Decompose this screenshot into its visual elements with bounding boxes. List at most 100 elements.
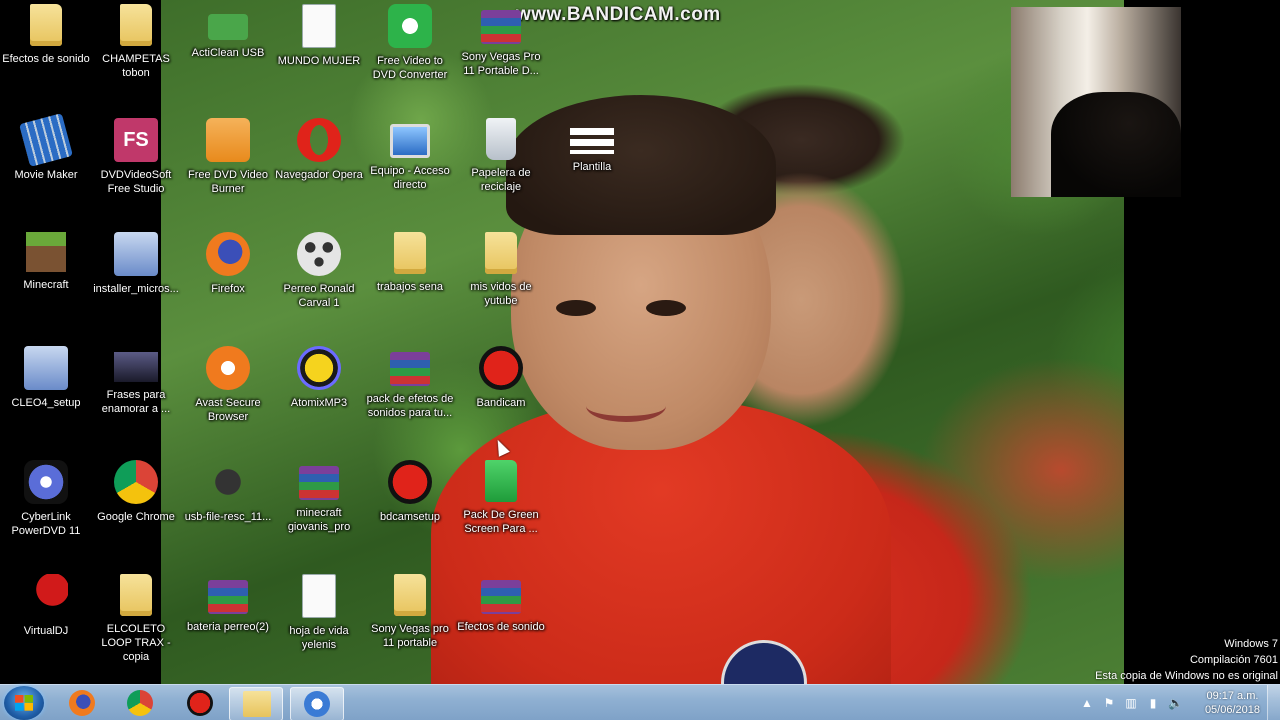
- desktop-icon-label: Efectos de sonido: [2, 53, 90, 65]
- desktop-icon[interactable]: Sony Vegas pro 11 portable: [364, 574, 456, 650]
- spreadsheet-icon: [302, 4, 336, 48]
- taskbar-chrome-window-button[interactable]: [290, 687, 344, 720]
- desktop-icon[interactable]: CHAMPETAS tobon: [90, 4, 182, 80]
- desktop-icon[interactable]: VirtualDJ: [0, 574, 92, 638]
- desktop-icon[interactable]: hoja de vida yelenis: [273, 574, 365, 652]
- winrar-icon: [481, 10, 521, 44]
- desktop-icon[interactable]: Free DVD Video Burner: [182, 118, 274, 196]
- desktop-icon[interactable]: Movie Maker: [0, 113, 92, 182]
- setup-icon: [24, 346, 68, 390]
- document-icon: [302, 574, 336, 618]
- desktop-icon-label: VirtualDJ: [23, 625, 69, 637]
- start-button[interactable]: [4, 686, 44, 720]
- wallpaper-eye-right: [646, 300, 686, 316]
- show-hidden-icons-icon[interactable]: ▲: [1080, 696, 1094, 710]
- taskbar-explorer-button[interactable]: [229, 687, 283, 720]
- desktop-icon[interactable]: Avast Secure Browser: [182, 346, 274, 424]
- desktop-icon-label: Minecraft: [23, 279, 69, 291]
- desktop-icon[interactable]: Efectos de sonido: [0, 4, 92, 66]
- desktop-icon-label: Pack De Green Screen Para ...: [463, 509, 539, 535]
- action-center-flag-icon[interactable]: ⚑: [1102, 696, 1116, 710]
- desktop-icon-label: Bandicam: [476, 397, 526, 409]
- windows-activation-notice: Windows 7 Compilación 7601 Esta copia de…: [1095, 636, 1278, 684]
- desktop-icon[interactable]: Equipo - Acceso directo: [364, 118, 456, 192]
- desktop-icon[interactable]: CyberLink PowerDVD 11: [0, 460, 92, 538]
- desktop-icon-label: Efectos de sonido: [457, 621, 545, 633]
- taskbar-chrome-button[interactable]: [114, 687, 166, 719]
- desktop-icon-label: CHAMPETAS tobon: [102, 53, 170, 79]
- powerdvd-icon: [24, 460, 68, 504]
- desktop-icon[interactable]: Bandicam: [455, 346, 547, 410]
- desktop-icon[interactable]: Plantilla: [546, 118, 638, 174]
- desktop-icon[interactable]: Frases para enamorar a ...: [90, 346, 182, 416]
- winrar-icon: [208, 580, 248, 614]
- desktop-icon-label: pack de efetos de sonidos para tu...: [366, 393, 454, 419]
- desktop-icon-label: Perreo Ronald Carval 1: [283, 283, 355, 309]
- taskbar-clock[interactable]: 09:17 a.m. 05/06/2018: [1205, 689, 1260, 717]
- desktop-icon[interactable]: bateria perreo(2): [182, 574, 274, 634]
- desktop-icon[interactable]: pack de efetos de sonidos para tu...: [364, 346, 456, 420]
- desktop-icon[interactable]: Papelera de reciclaje: [455, 118, 547, 194]
- desktop-icon-label: bdcamsetup: [380, 511, 440, 523]
- desktop-icon-label: minecraft giovanis_pro: [287, 507, 351, 533]
- desktop-icon[interactable]: Efectos de sonido: [455, 574, 547, 634]
- desktop-icon[interactable]: ActiClean USB: [182, 4, 274, 60]
- desktop-icon[interactable]: FS DVDVideoSoft Free Studio: [90, 118, 182, 196]
- system-tray: ▲ ⚑ ▥ ▮ 🔈 09:17 a.m. 05/06/2018: [1080, 685, 1280, 720]
- dvd-burner-icon: [206, 118, 250, 162]
- media-icon: [297, 232, 341, 276]
- desktop-icon-label: Firefox: [211, 283, 245, 295]
- desktop-icon-label: Plantilla: [572, 161, 612, 173]
- folder-icon: [394, 232, 426, 274]
- atomix-icon: [297, 346, 341, 390]
- avast-icon: [206, 346, 250, 390]
- desktop-icon-label: Papelera de reciclaje: [471, 167, 531, 193]
- folder-icon: [394, 574, 426, 616]
- desktop-icon-label: Movie Maker: [14, 169, 78, 181]
- desktop-icon[interactable]: bdcamsetup: [364, 460, 456, 524]
- firefox-icon: [206, 232, 250, 276]
- desktop-icon[interactable]: Firefox: [182, 232, 274, 296]
- volume-icon[interactable]: 🔈: [1168, 696, 1183, 710]
- desktop-icon-label: Free DVD Video Burner: [188, 169, 268, 195]
- desktop-icon[interactable]: minecraft giovanis_pro: [273, 460, 365, 534]
- desktop: www.BANDICAM.com Efectos de sonido CHAMPE…: [0, 0, 1280, 720]
- desktop-icon[interactable]: Navegador Opera: [273, 118, 365, 182]
- virtualdj-icon: [24, 574, 68, 618]
- battery-icon[interactable]: ▮: [1146, 696, 1160, 710]
- taskbar: ▲ ⚑ ▥ ▮ 🔈 09:17 a.m. 05/06/2018: [0, 684, 1280, 720]
- network-icon[interactable]: ▥: [1124, 696, 1138, 710]
- desktop-icon[interactable]: MUNDO MUJER: [273, 4, 365, 68]
- taskbar-bandicam-button[interactable]: [174, 687, 226, 719]
- winrar-icon: [390, 352, 430, 386]
- desktop-icon[interactable]: Perreo Ronald Carval 1: [273, 232, 365, 310]
- activation-line-3: Esta copia de Windows no es original: [1095, 670, 1278, 682]
- recycle-bin-icon: [486, 118, 516, 160]
- desktop-icon-label: hoja de vida yelenis: [289, 625, 349, 651]
- desktop-icon[interactable]: mis vidos de yutube: [455, 232, 547, 308]
- desktop-icon-label: AtomixMP3: [290, 397, 348, 409]
- desktop-icon[interactable]: AtomixMP3: [273, 346, 365, 410]
- desktop-icon[interactable]: usb-file-resc_11...: [182, 460, 274, 524]
- movie-maker-icon: [19, 113, 73, 167]
- desktop-icon[interactable]: Free Video to DVD Converter: [364, 4, 456, 82]
- desktop-icon-label: Free Video to DVD Converter: [372, 55, 448, 81]
- template-icon: [570, 128, 614, 154]
- desktop-icon[interactable]: Sony Vegas Pro 11 Portable D...: [455, 4, 547, 78]
- usb-rescue-icon: [206, 460, 250, 504]
- desktop-icon[interactable]: CLEO4_setup: [0, 346, 92, 410]
- desktop-icon[interactable]: Minecraft: [0, 232, 92, 292]
- desktop-icon[interactable]: Google Chrome: [90, 460, 182, 524]
- desktop-icon[interactable]: trabajos sena: [364, 232, 456, 294]
- folder-icon: [485, 232, 517, 274]
- desktop-icon[interactable]: installer_micros...: [90, 232, 182, 296]
- chrome-icon: [114, 460, 158, 504]
- taskbar-firefox-button[interactable]: [56, 687, 108, 719]
- show-desktop-button[interactable]: [1267, 685, 1280, 720]
- desktop-icon[interactable]: ELCOLETO LOOP TRAX - copia: [90, 574, 182, 664]
- desktop-icon-label: Equipo - Acceso directo: [370, 165, 450, 191]
- desktop-icon[interactable]: Pack De Green Screen Para ...: [455, 460, 547, 536]
- desktop-icon-label: Sony Vegas pro 11 portable: [371, 623, 449, 649]
- desktop-icon-label: Navegador Opera: [275, 169, 363, 181]
- firefox-icon: [69, 690, 95, 716]
